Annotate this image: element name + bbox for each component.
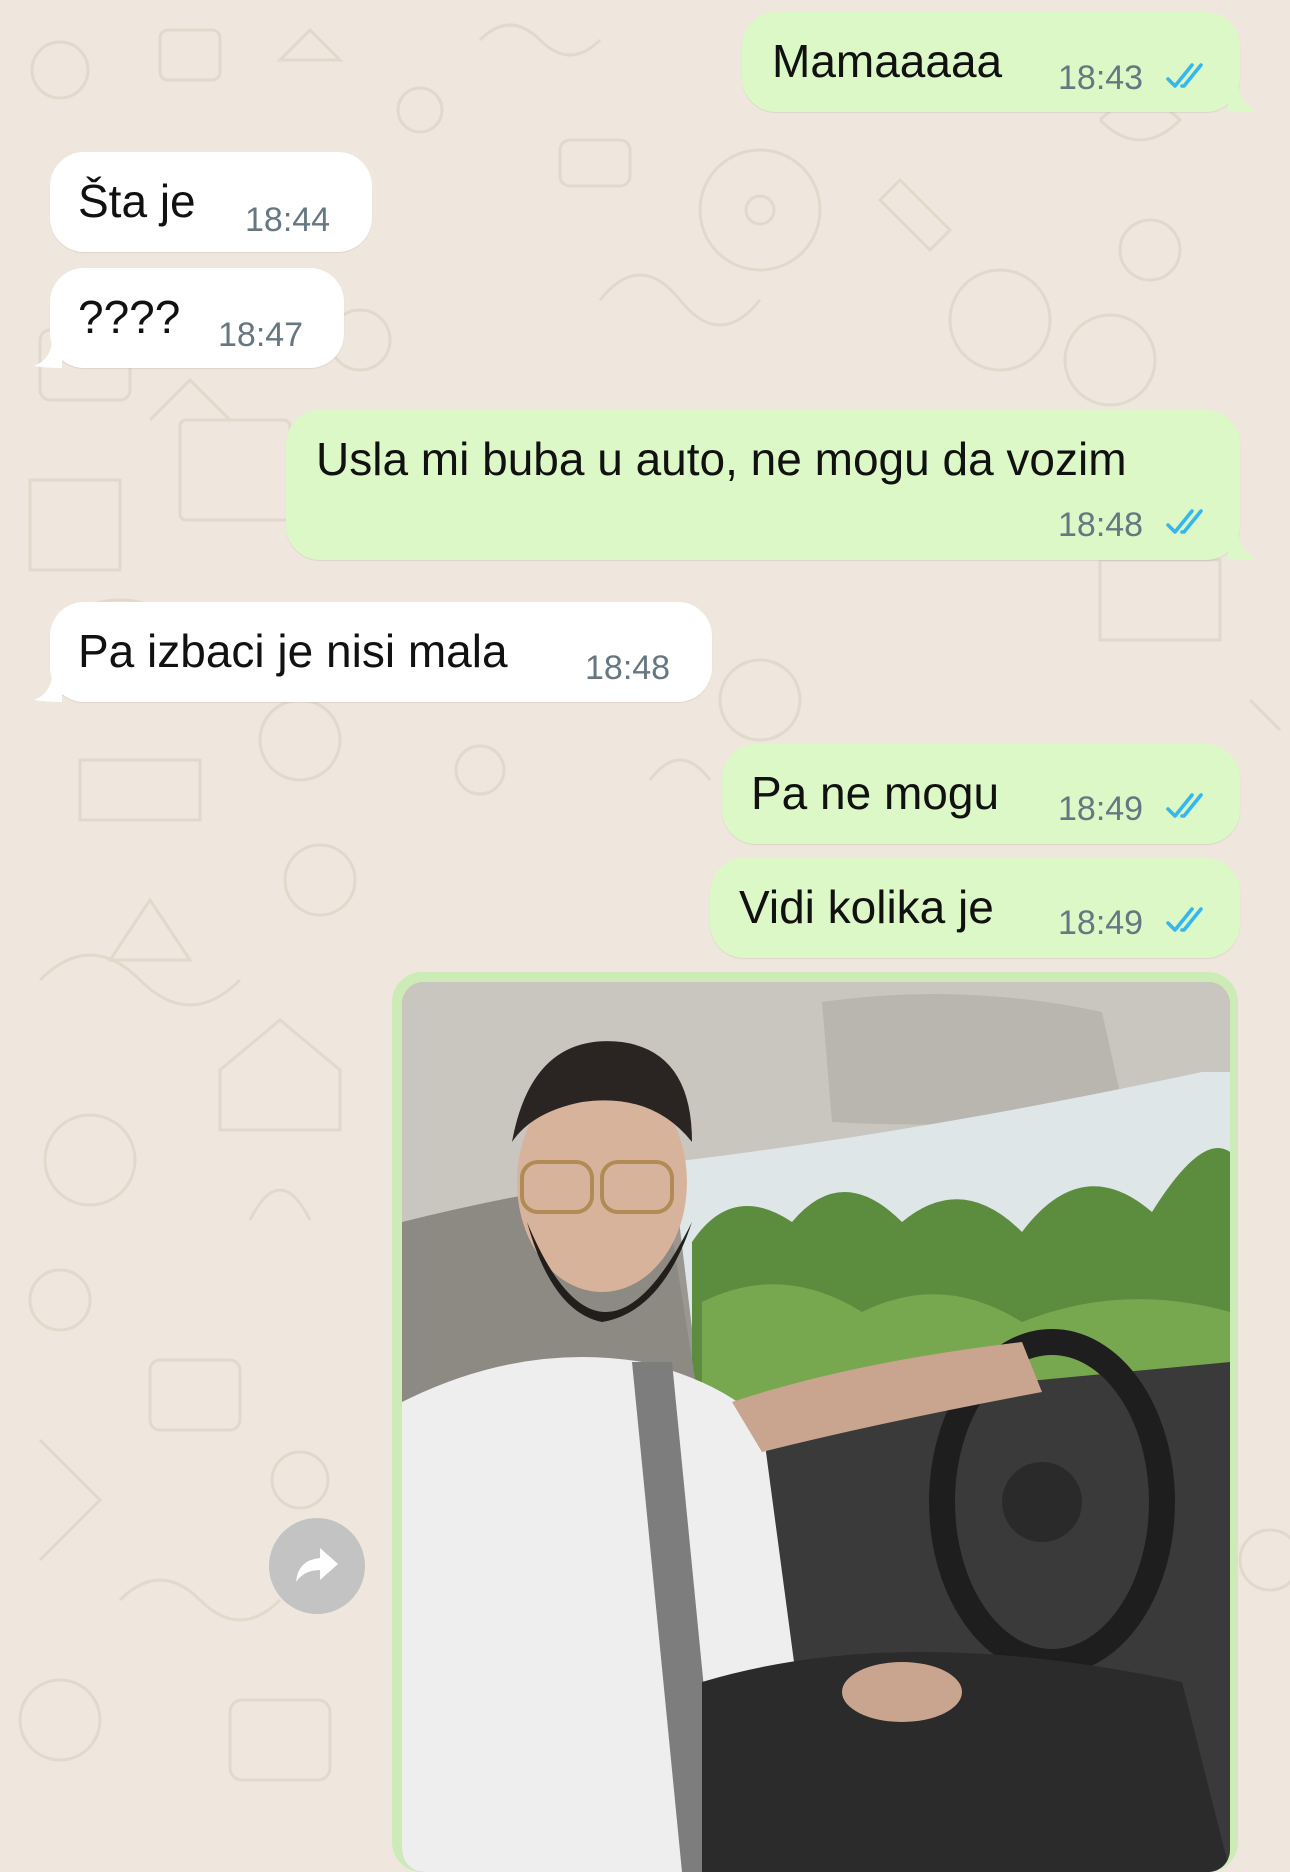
double-check-icon	[1166, 63, 1203, 88]
message-timestamp: 18:47	[218, 316, 304, 354]
photo-attachment[interactable]	[402, 982, 1230, 1872]
bubble-tail	[1228, 534, 1256, 560]
message-text: Vidi kolika je	[739, 881, 994, 933]
bubble-tail	[1228, 86, 1256, 112]
forward-button[interactable]	[269, 1518, 365, 1614]
message-text: Šta je	[78, 175, 196, 227]
message-text: Usla mi buba u auto, ne mogu da vozim	[316, 433, 1127, 485]
double-check-icon	[1166, 509, 1203, 534]
message-text: Mamaaaaa	[772, 35, 1003, 87]
double-check-icon	[1166, 907, 1203, 932]
message-text: Pa izbaci je nisi mala	[78, 625, 508, 677]
message-timestamp: 18:49	[1058, 904, 1144, 942]
bubble-tail	[34, 342, 62, 368]
forward-arrow-icon	[296, 1548, 338, 1582]
message-text: Pa ne mogu	[751, 767, 1000, 819]
message-text: ????	[78, 291, 181, 343]
message-timestamp: 18:48	[1058, 506, 1144, 544]
message-timestamp: 18:48	[585, 649, 671, 687]
message-timestamp: 18:44	[245, 201, 331, 239]
double-check-icon	[1166, 793, 1203, 818]
message-timestamp: 18:49	[1058, 790, 1144, 828]
bubble-tail	[34, 676, 62, 702]
message-timestamp: 18:43	[1058, 59, 1144, 97]
